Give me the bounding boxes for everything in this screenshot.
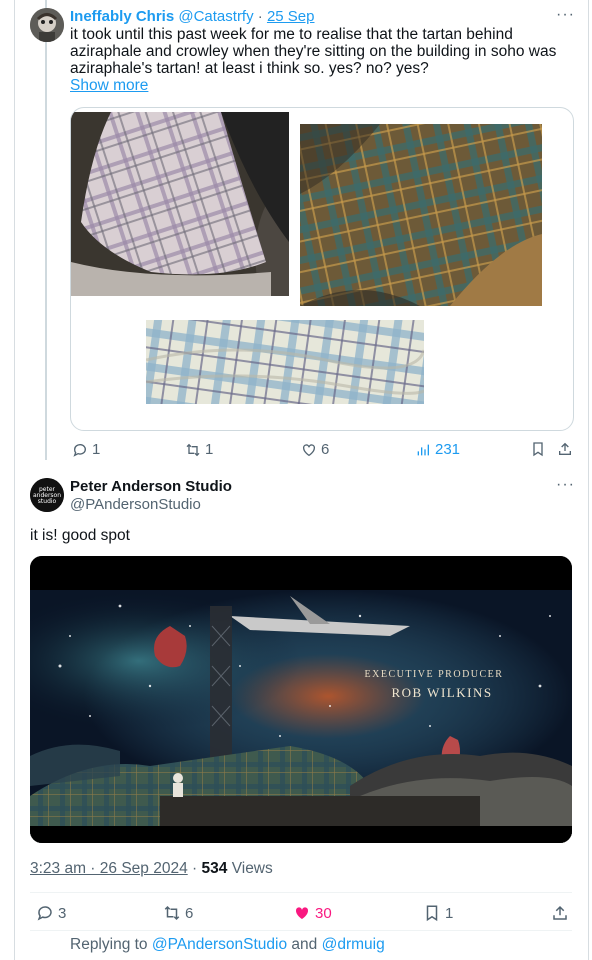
retweet-icon: [186, 443, 200, 456]
author-name[interactable]: Peter Anderson Studio: [70, 478, 232, 495]
more-icon[interactable]: ···: [556, 476, 575, 494]
media-grid: [70, 107, 574, 431]
views-button[interactable]: 231: [415, 441, 460, 458]
retweet-count: 1: [205, 441, 214, 458]
author-handle[interactable]: @PAndersonStudio: [70, 496, 201, 513]
thread-connector: [45, 0, 47, 460]
bookmark-button[interactable]: [530, 441, 546, 457]
author-name[interactable]: Ineffably Chris: [70, 8, 174, 25]
retweet-button[interactable]: 6: [163, 904, 193, 922]
retweet-count: 6: [185, 904, 194, 922]
like-count: 30: [315, 904, 332, 922]
tweet-text: it took until this past week for me to r…: [70, 26, 575, 94]
analytics-icon: [417, 444, 429, 455]
dot-separator: ·: [192, 860, 198, 877]
share-icon: [559, 442, 571, 455]
credit-role: Executive Producer: [365, 669, 504, 680]
like-button[interactable]: 30: [293, 904, 332, 922]
tartan-photo-icon: [71, 112, 289, 296]
reply-user-link[interactable]: @PAndersonStudio: [152, 936, 287, 953]
bookmark-button[interactable]: 1: [423, 904, 453, 922]
retweet-icon: [164, 905, 180, 921]
heart-icon: [303, 443, 315, 456]
reply-user-link[interactable]: @drmuig: [322, 936, 385, 953]
tweet-meta: 3:23 am · 26 Sep 2024 · 534 Views: [30, 860, 273, 878]
heart-filled-icon: [295, 907, 309, 919]
divider: [30, 892, 572, 893]
tweet-body: it took until this past week for me to r…: [70, 26, 557, 77]
reply-count: 1: [92, 441, 101, 458]
tartan-photo-icon: [300, 124, 542, 306]
reply-icon: [37, 906, 52, 921]
video-still-icon: Executive Producer ROB WILKINS: [30, 556, 572, 843]
reply-icon: [73, 443, 86, 457]
views-label: Views: [231, 860, 273, 877]
dot-separator: ·: [257, 8, 263, 25]
like-count: 6: [321, 441, 330, 458]
share-button[interactable]: [557, 441, 573, 457]
show-more-link[interactable]: Show more: [70, 77, 148, 94]
studio-logo-icon: peter anderson studio: [30, 478, 64, 512]
tweet-timestamp[interactable]: 3:23 am · 26 Sep 2024: [30, 860, 188, 877]
media-video[interactable]: Executive Producer ROB WILKINS: [30, 556, 572, 843]
views-count: 534: [201, 860, 228, 877]
reply-button[interactable]: 1: [72, 441, 100, 458]
bookmark-icon: [426, 905, 438, 922]
credit-name: ROB WILKINS: [391, 685, 492, 700]
tartan-photo-icon: [145, 320, 430, 404]
replying-to: Replying to @PAndersonStudio and @drmuig: [70, 936, 385, 954]
view-count: 231: [435, 441, 461, 458]
avatar[interactable]: [30, 8, 64, 42]
avatar[interactable]: peter anderson studio: [30, 478, 64, 512]
divider: [30, 930, 572, 931]
share-icon: [553, 905, 567, 920]
media-image-3[interactable]: [145, 320, 430, 404]
avatar-image-icon: [30, 8, 64, 42]
replying-and: and: [291, 936, 318, 953]
tweet-author-line: Ineffably Chris @Catastrfy · 25 Sep: [70, 8, 315, 25]
tweet-body: it is! good spot: [30, 527, 130, 544]
reply-count: 3: [58, 904, 67, 922]
replying-prefix: Replying to: [70, 936, 148, 953]
svg-text:studio: studio: [38, 498, 57, 505]
media-image-2[interactable]: [300, 124, 542, 306]
media-image-1[interactable]: [71, 112, 289, 296]
author-handle[interactable]: @Catastrfy: [178, 8, 253, 25]
bookmark-icon: [533, 442, 543, 457]
like-button[interactable]: 6: [301, 441, 329, 458]
reply-button[interactable]: 3: [36, 904, 66, 922]
retweet-button[interactable]: 1: [185, 441, 213, 458]
bookmark-count: 1: [445, 904, 454, 922]
tweet-date[interactable]: 25 Sep: [267, 8, 315, 25]
share-button[interactable]: [551, 904, 569, 922]
more-icon[interactable]: ···: [556, 6, 575, 24]
